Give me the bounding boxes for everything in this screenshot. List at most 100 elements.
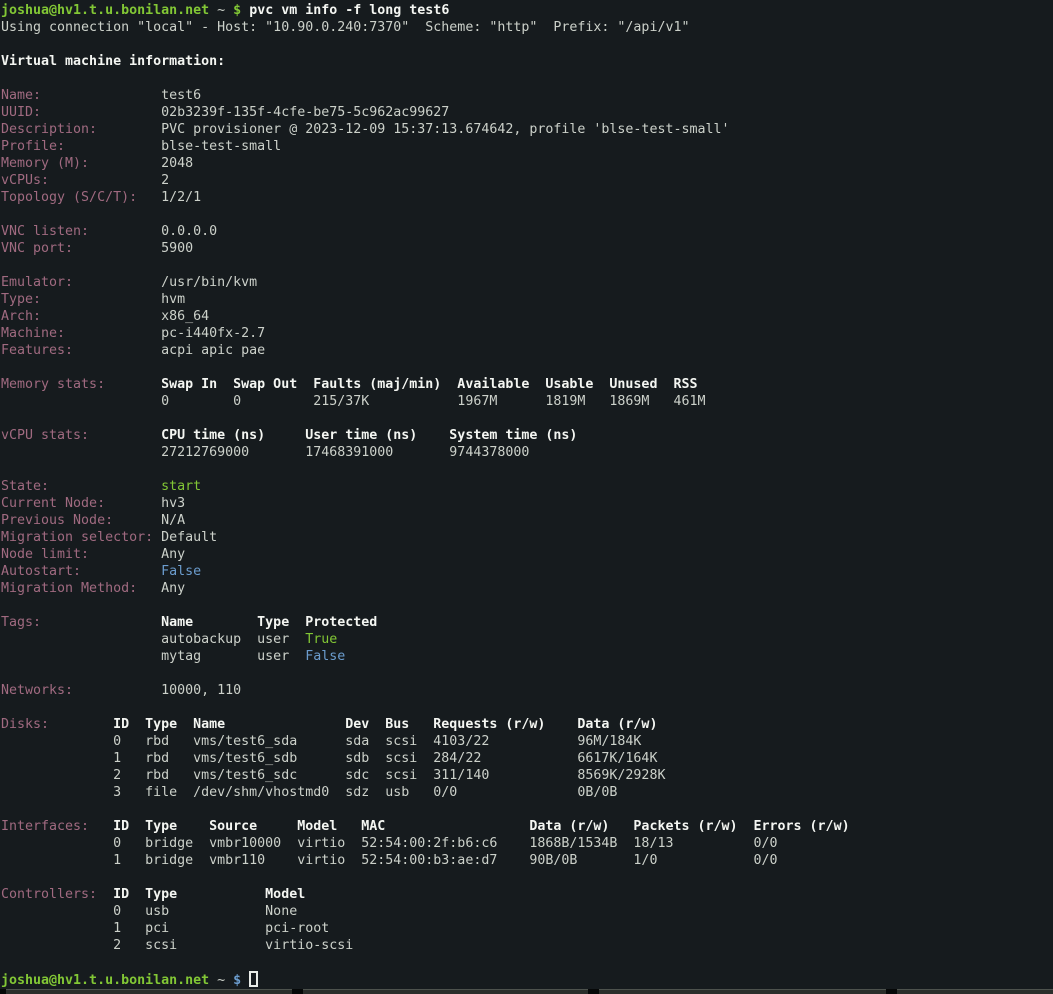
terminal-text-bold: Swap In Swap Out Faults (maj/min) Availa… bbox=[161, 377, 697, 392]
terminal-line bbox=[1, 801, 1053, 818]
field-label: UUID: bbox=[1, 105, 161, 120]
terminal-text: Default bbox=[161, 530, 217, 545]
terminal-line bbox=[1, 206, 1053, 223]
field-label: vCPUs: bbox=[1, 173, 161, 188]
terminal-line: Networks: 10000, 110 bbox=[1, 682, 1053, 699]
terminal-text: 0 usb None bbox=[1, 904, 297, 919]
field-label: Migration selector: bbox=[1, 530, 161, 545]
terminal-line: Memory (M): 2048 bbox=[1, 155, 1053, 172]
terminal-line bbox=[1, 597, 1053, 614]
terminal-line: Migration selector: Default bbox=[1, 529, 1053, 546]
terminal-line: 0 rbd vms/test6_sda sda scsi 4103/22 96M… bbox=[1, 733, 1053, 750]
prompt-text: joshua@hv1.t.u.bonilan.net bbox=[1, 973, 209, 988]
taskbar-button-edge bbox=[303, 989, 588, 994]
terminal-line: Interfaces: ID Type Source Model MAC Dat… bbox=[1, 818, 1053, 835]
terminal-text: PVC provisioner @ 2023-12-09 15:37:13.67… bbox=[161, 122, 729, 137]
terminal-line bbox=[1, 869, 1053, 886]
terminal-text: autobackup user bbox=[1, 632, 305, 647]
terminal-line: Autostart: False bbox=[1, 563, 1053, 580]
terminal-text-bold: ID Type Name Dev Bus Requests (r/w) Data… bbox=[113, 717, 657, 732]
terminal-line: Current Node: hv3 bbox=[1, 495, 1053, 512]
terminal-line bbox=[1, 665, 1053, 682]
terminal-text: 27212769000 17468391000 9744378000 bbox=[1, 445, 529, 460]
status-text-green: True bbox=[305, 632, 337, 647]
terminal-line bbox=[1, 257, 1053, 274]
terminal-text: Any bbox=[161, 581, 185, 596]
terminal-text: 1/2/1 bbox=[161, 190, 201, 205]
prompt-text: $ bbox=[233, 3, 249, 18]
terminal-line bbox=[1, 699, 1053, 716]
field-label: Node limit: bbox=[1, 547, 161, 562]
terminal-line: Previous Node: N/A bbox=[1, 512, 1053, 529]
terminal-text: mytag user bbox=[1, 649, 305, 664]
status-text-blue: False bbox=[161, 564, 201, 579]
taskbar-button-edge bbox=[6, 989, 292, 994]
terminal-text: 0 rbd vms/test6_sda sda scsi 4103/22 96M… bbox=[1, 734, 641, 749]
terminal-line: Memory stats: Swap In Swap Out Faults (m… bbox=[1, 376, 1053, 393]
terminal-text-bold: ID Type Model bbox=[113, 887, 305, 902]
field-label: Memory stats: bbox=[1, 377, 161, 392]
terminal-line: 1 rbd vms/test6_sdb sdb scsi 284/22 6617… bbox=[1, 750, 1053, 767]
terminal-line bbox=[1, 36, 1053, 53]
terminal-line: State: start bbox=[1, 478, 1053, 495]
terminal-line: VNC port: 5900 bbox=[1, 240, 1053, 257]
terminal-line: 2 rbd vms/test6_sdc sdc scsi 311/140 856… bbox=[1, 767, 1053, 784]
terminal-line: 1 pci pci-root bbox=[1, 920, 1053, 937]
terminal-line: 2 scsi virtio-scsi bbox=[1, 937, 1053, 954]
field-label: VNC port: bbox=[1, 241, 161, 256]
terminal-text: 2048 bbox=[161, 156, 193, 171]
terminal-line: vCPUs: 2 bbox=[1, 172, 1053, 189]
terminal-text-bold: Name Type Protected bbox=[161, 615, 377, 630]
field-label: VNC listen: bbox=[1, 224, 161, 239]
terminal-text-bold: CPU time (ns) User time (ns) System time… bbox=[161, 428, 577, 443]
terminal-text: 1 pci pci-root bbox=[1, 921, 329, 936]
field-label: Current Node: bbox=[1, 496, 161, 511]
terminal-line: 0 bridge vmbr10000 virtio 52:54:00:2f:b6… bbox=[1, 835, 1053, 852]
terminal-text: Any bbox=[161, 547, 185, 562]
terminal-text: x86_64 bbox=[161, 309, 209, 324]
terminal-line: 1 bridge vmbr110 virtio 52:54:00:b3:ae:d… bbox=[1, 852, 1053, 869]
terminal-text: 1 rbd vms/test6_sdb sdb scsi 284/22 6617… bbox=[1, 751, 657, 766]
terminal-text: 0 bridge vmbr10000 virtio 52:54:00:2f:b6… bbox=[1, 836, 778, 851]
terminal-line bbox=[1, 70, 1053, 87]
field-label: Features: bbox=[1, 343, 161, 358]
terminal-line: VNC listen: 0.0.0.0 bbox=[1, 223, 1053, 240]
prompt-symbol: $ bbox=[233, 973, 249, 988]
field-label: Migration Method: bbox=[1, 581, 161, 596]
terminal-text: acpi apic pae bbox=[161, 343, 265, 358]
terminal-line bbox=[1, 461, 1053, 478]
terminal-line: Controllers: ID Type Model bbox=[1, 886, 1053, 903]
field-label: Networks: bbox=[1, 683, 161, 698]
field-label: Type: bbox=[1, 292, 161, 307]
terminal-line bbox=[1, 410, 1053, 427]
field-label: Name: bbox=[1, 88, 161, 103]
terminal-line: Description: PVC provisioner @ 2023-12-0… bbox=[1, 121, 1053, 138]
terminal-line: Disks: ID Type Name Dev Bus Requests (r/… bbox=[1, 716, 1053, 733]
field-label: Arch: bbox=[1, 309, 161, 324]
terminal-text: 2 scsi virtio-scsi bbox=[1, 938, 353, 953]
terminal-text-bold: Virtual machine information: bbox=[1, 54, 225, 69]
terminal-line: joshua@hv1.t.u.bonilan.net ~ $ pvc vm in… bbox=[1, 2, 1053, 19]
taskbar-button-edge bbox=[897, 989, 1053, 994]
terminal-line: Arch: x86_64 bbox=[1, 308, 1053, 325]
field-label: State: bbox=[1, 479, 161, 494]
terminal-line bbox=[1, 954, 1053, 971]
terminal-text-bold: ID Type Source Model MAC Data (r/w) Pack… bbox=[113, 819, 850, 834]
field-label: Machine: bbox=[1, 326, 161, 341]
terminal-line: Tags: Name Type Protected bbox=[1, 614, 1053, 631]
field-label: Topology (S/C/T): bbox=[1, 190, 161, 205]
field-label: Description: bbox=[1, 122, 161, 137]
terminal-text: 1 bridge vmbr110 virtio 52:54:00:b3:ae:d… bbox=[1, 853, 778, 868]
terminal-line: 0 0 215/37K 1967M 1819M 1869M 461M bbox=[1, 393, 1053, 410]
terminal-text-bold: pvc vm info -f long test6 bbox=[249, 3, 449, 18]
terminal-line: 27212769000 17468391000 9744378000 bbox=[1, 444, 1053, 461]
status-text-green: start bbox=[161, 479, 201, 494]
terminal-line: 0 usb None bbox=[1, 903, 1053, 920]
field-label: Controllers: bbox=[1, 887, 113, 902]
terminal-text: 2 rbd vms/test6_sdc sdc scsi 311/140 856… bbox=[1, 768, 665, 783]
terminal-window[interactable]: joshua@hv1.t.u.bonilan.net ~ $ pvc vm in… bbox=[0, 0, 1053, 989]
terminal-text: Using connection "local" - Host: "10.90.… bbox=[1, 20, 689, 35]
terminal-text: 0.0.0.0 bbox=[161, 224, 217, 239]
field-label: Interfaces: bbox=[1, 819, 113, 834]
terminal-line: vCPU stats: CPU time (ns) User time (ns)… bbox=[1, 427, 1053, 444]
